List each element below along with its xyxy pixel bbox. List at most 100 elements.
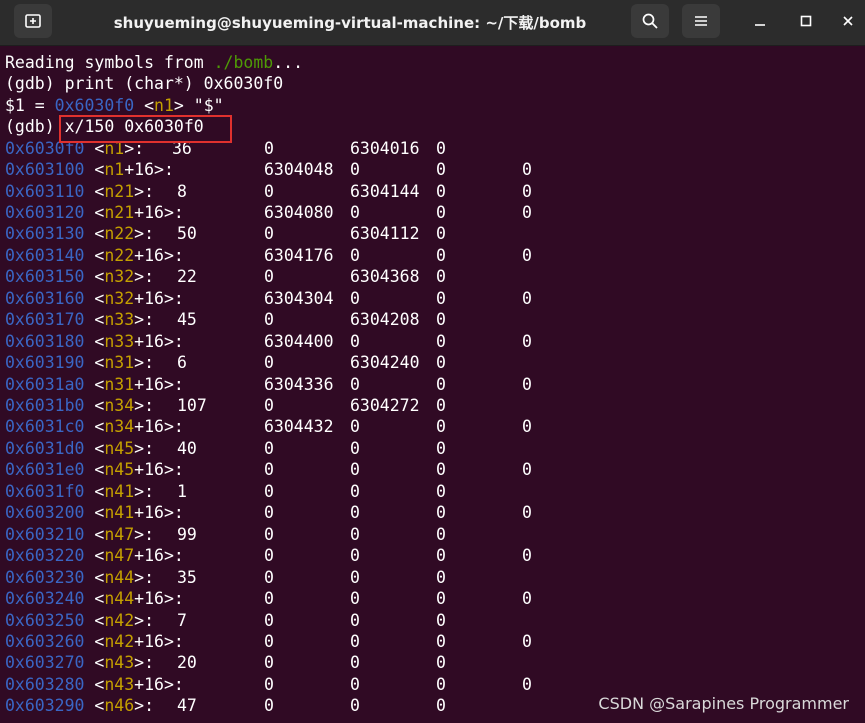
memory-address: 0x603170: [5, 310, 85, 330]
print-command-line: (gdb) print (char*) 0x6030f0: [5, 74, 284, 94]
memory-value: 0: [522, 374, 532, 394]
memory-value: 0: [264, 503, 274, 523]
memory-value: 0: [436, 481, 446, 501]
symbol-label: <n43>:: [84, 653, 155, 673]
symbol-label: <n21>:: [84, 181, 155, 201]
memory-value: 20: [177, 653, 197, 673]
memory-value: 0: [436, 460, 446, 480]
memory-row: 0x603140 <n22+16>: 6304176 0 0 0: [5, 245, 855, 266]
memory-value: 8: [177, 181, 187, 201]
memory-value: 0: [436, 160, 446, 180]
memory-address: 0x603180: [5, 331, 85, 351]
memory-value: 0: [436, 674, 446, 694]
memory-value: 6304112: [350, 224, 420, 244]
memory-value: 0: [264, 138, 274, 158]
memory-row: 0x603190 <n31>: 6 0 6304240 0: [5, 352, 855, 373]
memory-value: 0: [350, 546, 360, 566]
memory-value: 6304048: [264, 160, 334, 180]
memory-value: 0: [436, 653, 446, 673]
symbol-label: <n46>:: [84, 696, 155, 716]
memory-value: 0: [436, 310, 446, 330]
memory-address: 0x603150: [5, 267, 85, 287]
memory-row: 0x6031a0 <n31+16>: 6304336 0 0 0: [5, 374, 855, 395]
memory-row: 0x6031b0 <n34>: 107 0 6304272 0: [5, 395, 855, 416]
memory-value: 0: [264, 481, 274, 501]
memory-row: 0x603120 <n21+16>: 6304080 0 0 0: [5, 202, 855, 223]
memory-value: 6: [177, 353, 187, 373]
memory-address: 0x603240: [5, 589, 85, 609]
memory-row: 0x603280 <n43+16>: 0 0 0 0: [5, 674, 855, 695]
maximize-icon: [800, 15, 812, 27]
memory-value: 6304368: [350, 267, 420, 287]
memory-value: 0: [350, 438, 360, 458]
memory-value: 0: [522, 631, 532, 651]
memory-value: 0: [350, 160, 360, 180]
memory-value: 0: [436, 438, 446, 458]
new-tab-button[interactable]: [14, 4, 52, 38]
memory-row: 0x6031e0 <n45+16>: 0 0 0 0: [5, 459, 855, 480]
memory-value: 0: [264, 674, 274, 694]
memory-address: 0x603290: [5, 696, 85, 716]
memory-value: 0: [522, 503, 532, 523]
memory-value: 6304080: [264, 202, 334, 222]
memory-address: 0x603100: [5, 160, 85, 180]
memory-value: 6304144: [350, 181, 420, 201]
memory-value: 0: [436, 503, 446, 523]
memory-value: 0: [436, 245, 446, 265]
symbol-label: <n22>:: [84, 224, 155, 244]
memory-address: 0x603280: [5, 674, 85, 694]
symbol-label: <n42+16>:: [84, 631, 184, 651]
memory-value: 0: [350, 631, 360, 651]
memory-value: 0: [522, 202, 532, 222]
memory-row: 0x6031d0 <n45>: 40 0 0 0: [5, 438, 855, 459]
symbol-label: <n44+16>:: [84, 589, 184, 609]
memory-value: 0: [436, 631, 446, 651]
search-button[interactable]: [631, 4, 669, 38]
memory-value: 0: [264, 438, 274, 458]
window-title: shuyueming@shuyueming-virtual-machine: ~…: [113, 14, 587, 32]
maximize-button[interactable]: [791, 6, 821, 36]
memory-value: 0: [264, 353, 274, 373]
memory-value: 0: [350, 460, 360, 480]
memory-address: 0x603260: [5, 631, 85, 651]
memory-address: 0x6031e0: [5, 460, 85, 480]
memory-value: 0: [350, 610, 360, 630]
memory-value: 0: [436, 202, 446, 222]
memory-value: 1: [177, 481, 187, 501]
symbol-label: <n45+16>:: [84, 460, 184, 480]
memory-value: 0: [350, 696, 360, 716]
symbol-label: <n42>:: [84, 610, 155, 630]
memory-value: 0: [350, 503, 360, 523]
menu-button[interactable]: [682, 4, 720, 38]
memory-row: 0x603180 <n33+16>: 6304400 0 0 0: [5, 331, 855, 352]
symbol-label: <n41+16>:: [84, 503, 184, 523]
memory-value: 0: [350, 417, 360, 437]
memory-row: 0x6031c0 <n34+16>: 6304432 0 0 0: [5, 416, 855, 437]
memory-row: 0x603100 <n1+16>: 6304048 0 0 0: [5, 159, 855, 180]
memory-value: 6304272: [350, 396, 420, 415]
hamburger-menu-icon: [695, 16, 707, 26]
print-result-line: $1 = 0x6030f0 <n1> "$": [5, 95, 224, 115]
symbol-label: <n43+16>:: [84, 674, 184, 694]
memory-address: 0x603250: [5, 610, 85, 630]
memory-value: 0: [350, 331, 360, 351]
memory-row: 0x6031f0 <n41>: 1 0 0 0: [5, 481, 855, 502]
memory-value: 40: [177, 438, 197, 458]
memory-row: 0x603160 <n32+16>: 6304304 0 0 0: [5, 288, 855, 309]
memory-value: 0: [350, 288, 360, 308]
symbol-label: <n1+16>:: [84, 160, 174, 180]
symbol-label: <n44>:: [84, 567, 155, 587]
minimize-button[interactable]: [745, 6, 775, 36]
symbol-label: <n33+16>:: [84, 331, 184, 351]
terminal-output[interactable]: Reading symbols from ./bomb... (gdb) pri…: [0, 52, 865, 723]
memory-address: 0x603230: [5, 567, 85, 587]
memory-value: 47: [177, 696, 197, 716]
memory-value: 99: [177, 524, 197, 544]
memory-address: 0x603120: [5, 202, 85, 222]
memory-row: 0x603130 <n22>: 50 0 6304112 0: [5, 223, 855, 244]
close-button[interactable]: [833, 6, 863, 36]
memory-value: 0: [264, 610, 274, 630]
memory-value: 0: [264, 589, 274, 609]
memory-value: 0: [436, 396, 446, 415]
memory-value: 0: [436, 524, 446, 544]
